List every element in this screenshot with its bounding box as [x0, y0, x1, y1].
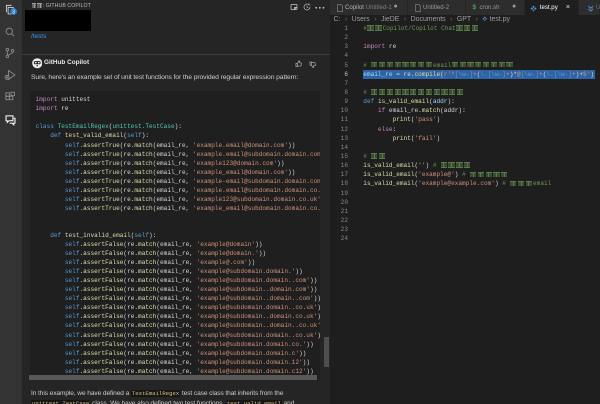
svg-text:3: 3 — [12, 9, 15, 14]
